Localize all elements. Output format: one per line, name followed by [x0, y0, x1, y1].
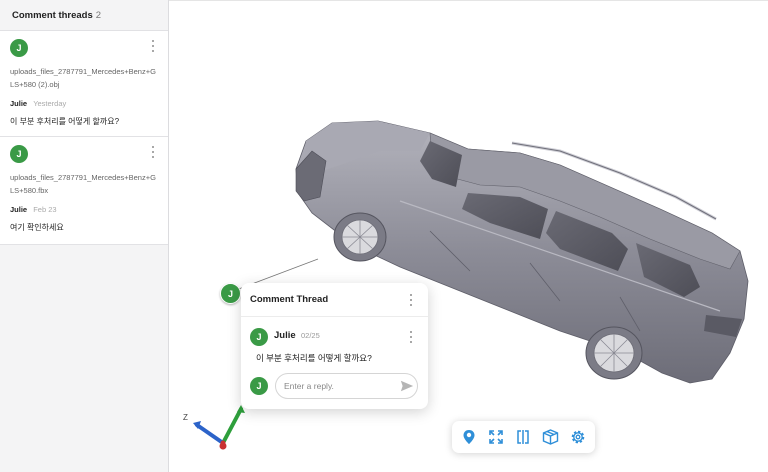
- thread-date: Yesterday: [33, 99, 67, 108]
- comment-author: Julie: [274, 330, 296, 341]
- split-view-icon[interactable]: [512, 426, 534, 448]
- popup-title: Comment Thread: [250, 294, 329, 305]
- thread-file-name: uploads_files_2787791_Mercedes+Benz+GLS+…: [10, 173, 156, 195]
- front-wheel: [333, 212, 387, 262]
- avatar: J: [250, 377, 268, 395]
- avatar: J: [10, 39, 28, 57]
- avatar: J: [10, 145, 28, 163]
- comment-pin-marker[interactable]: J: [220, 283, 241, 304]
- thread-file-name: uploads_files_2787791_Mercedes+Benz+GLS+…: [10, 67, 156, 89]
- avatar: J: [250, 328, 268, 346]
- thread-count: 2: [95, 9, 102, 21]
- thread-message: 이 부분 후처리를 어떻게 할까요?: [10, 117, 120, 126]
- rear-wheel: [585, 326, 643, 380]
- thread-meta: Julie Feb 23: [10, 205, 158, 214]
- sidebar-header: Comment threads 2: [0, 0, 168, 31]
- pin-icon[interactable]: [458, 426, 480, 448]
- axis-z-label: Z: [183, 413, 188, 422]
- more-options-icon[interactable]: [408, 331, 414, 343]
- box-view-icon[interactable]: [540, 426, 562, 448]
- send-icon[interactable]: [400, 379, 414, 393]
- thread-meta: Julie Yesterday: [10, 99, 158, 108]
- sidebar-title: Comment threads: [12, 9, 93, 21]
- thread-card-1[interactable]: J uploads_files_2787791_Mercedes+Benz+GL…: [0, 31, 168, 137]
- settings-icon[interactable]: [567, 426, 589, 448]
- thread-date: Feb 23: [33, 205, 57, 214]
- thread-message: 여기 확인하세요: [10, 223, 64, 232]
- more-options-icon[interactable]: [150, 40, 156, 52]
- comment-message: 이 부분 후처리를 어떻게 할까요?: [256, 353, 372, 363]
- reply-row: J: [250, 373, 419, 399]
- thread-author: Julie: [10, 205, 28, 214]
- viewer-toolbar: [452, 421, 595, 453]
- comment-threads-sidebar: Comment threads 2 J uploads_files_278779…: [0, 0, 169, 472]
- thread-card-2[interactable]: J uploads_files_2787791_Mercedes+Benz+GL…: [0, 137, 168, 245]
- comment-thread-popup: Comment Thread J Julie 02/25 이 부분 후처리를 어…: [241, 283, 428, 409]
- more-options-icon[interactable]: [150, 146, 156, 158]
- more-options-icon[interactable]: [408, 294, 414, 306]
- thread-author: Julie: [10, 99, 28, 108]
- comment-date: 02/25: [301, 331, 320, 340]
- popup-comment: J Julie 02/25 이 부분 후처리를 어떻게 할까요?: [241, 317, 428, 365]
- axis-gizmo[interactable]: [183, 403, 253, 453]
- popup-header: Comment Thread: [241, 283, 428, 317]
- reply-input[interactable]: [275, 373, 418, 399]
- fit-screen-icon[interactable]: [485, 426, 507, 448]
